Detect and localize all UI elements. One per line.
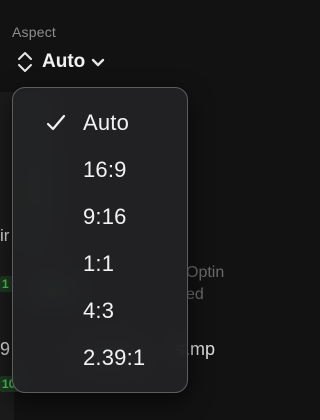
menu-item-9-16[interactable]: 9:16 [13,197,187,237]
checkmark-icon [46,114,66,131]
aspect-dropdown-menu: Auto 16:9 9:16 1:1 4:3 2.39:1 [12,87,188,393]
aspect-label: Aspect [12,24,56,40]
clip-index: 9 [0,339,11,359]
option-text: Optin ed [186,262,224,306]
menu-item-2-39-1[interactable]: 2.39:1 [13,338,187,378]
check-slot [45,112,67,134]
menu-item-label: Auto [83,110,130,135]
menu-item-label: 4:3 [83,298,115,323]
status-badge: 1 [0,276,13,292]
aspect-selected-value: Auto [42,51,86,72]
menu-item-auto[interactable]: Auto [13,103,187,143]
menu-item-1-1[interactable]: 1:1 [13,244,187,284]
aspect-selector[interactable]: Auto [16,51,105,73]
menu-item-label: 1:1 [83,251,115,276]
option-text-line-1: Optin [186,264,225,281]
menu-item-4-3[interactable]: 4:3 [13,291,187,331]
menu-item-label: 2.39:1 [83,345,146,370]
menu-item-16-9[interactable]: 16:9 [13,150,187,190]
menu-item-label: 9:16 [83,204,127,229]
option-text-line-2: ed [186,286,204,303]
chevron-down-icon [92,58,105,67]
clip-title-partial: ir [0,226,10,245]
menu-item-label: 16:9 [83,157,127,182]
chevron-up-down-icon [18,52,32,72]
